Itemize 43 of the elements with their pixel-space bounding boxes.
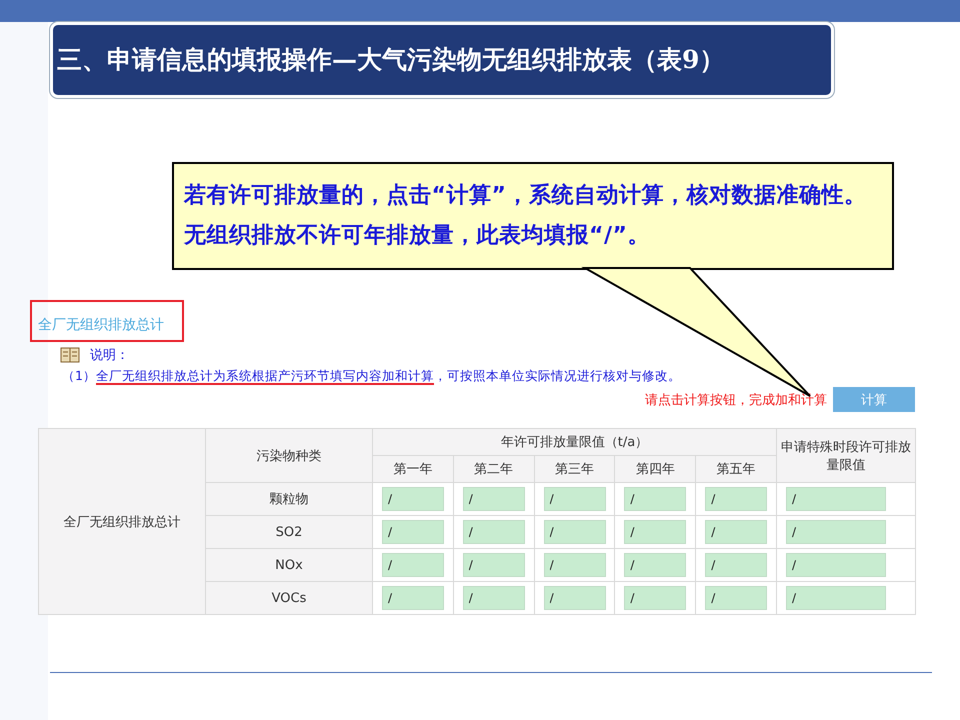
input-field[interactable]: /	[786, 553, 886, 577]
input-field[interactable]: /	[462, 586, 525, 610]
input-field[interactable]: /	[544, 487, 606, 511]
table-header: 第五年	[696, 456, 776, 482]
input-field[interactable]: /	[544, 553, 606, 577]
input-field[interactable]: /	[786, 586, 886, 610]
input-field[interactable]: /	[624, 520, 686, 544]
table-header: 第三年	[534, 456, 615, 482]
table-header: 第四年	[614, 456, 696, 482]
input-field[interactable]: /	[382, 487, 444, 511]
input-field[interactable]: /	[705, 520, 768, 544]
input-field[interactable]: /	[624, 553, 686, 577]
table-header: 第一年	[372, 456, 454, 482]
input-field[interactable]: /	[705, 553, 768, 577]
note-text: （1）全厂无组织排放总计为系统根据产污环节填写内容加和计算，可按照本单位实际情况进行核对与修改。	[62, 368, 682, 385]
input-field[interactable]: /	[786, 487, 886, 511]
table-cell: 颗粒物	[206, 482, 372, 516]
input-field[interactable]: /	[462, 520, 525, 544]
table-cell: NOx	[206, 548, 372, 582]
input-field[interactable]: /	[624, 586, 686, 610]
hint-text: 请点击计算按钮，完成加和计算	[645, 392, 827, 408]
table-cell: SO2	[206, 516, 372, 548]
row-label-cell: 全厂无组织排放总计	[38, 428, 206, 614]
book-icon	[60, 347, 80, 363]
input-field[interactable]: /	[382, 553, 444, 577]
table-header: 第二年	[453, 456, 534, 482]
table-header: 申请特殊时段许可排放量限值	[776, 428, 916, 482]
input-field[interactable]: /	[786, 520, 886, 544]
input-field[interactable]: /	[382, 586, 444, 610]
input-field[interactable]: /	[462, 553, 525, 577]
table-header: 污染物种类	[206, 428, 372, 482]
input-field[interactable]: /	[462, 487, 525, 511]
input-field[interactable]: /	[544, 520, 606, 544]
note-label: 说明：	[90, 347, 129, 364]
input-field[interactable]: /	[624, 487, 686, 511]
input-field[interactable]: /	[705, 586, 768, 610]
table-header: 年许可排放量限值（t/a）	[372, 428, 776, 456]
input-field[interactable]: /	[705, 487, 768, 511]
section-title: 全厂无组织排放总计	[30, 300, 184, 342]
input-field[interactable]: /	[544, 586, 606, 610]
slide-title: 三、申请信息的填报操作—大气污染物无组织排放表（表9）	[50, 22, 834, 98]
input-field[interactable]: /	[382, 520, 444, 544]
table-cell: VOCs	[206, 582, 372, 614]
